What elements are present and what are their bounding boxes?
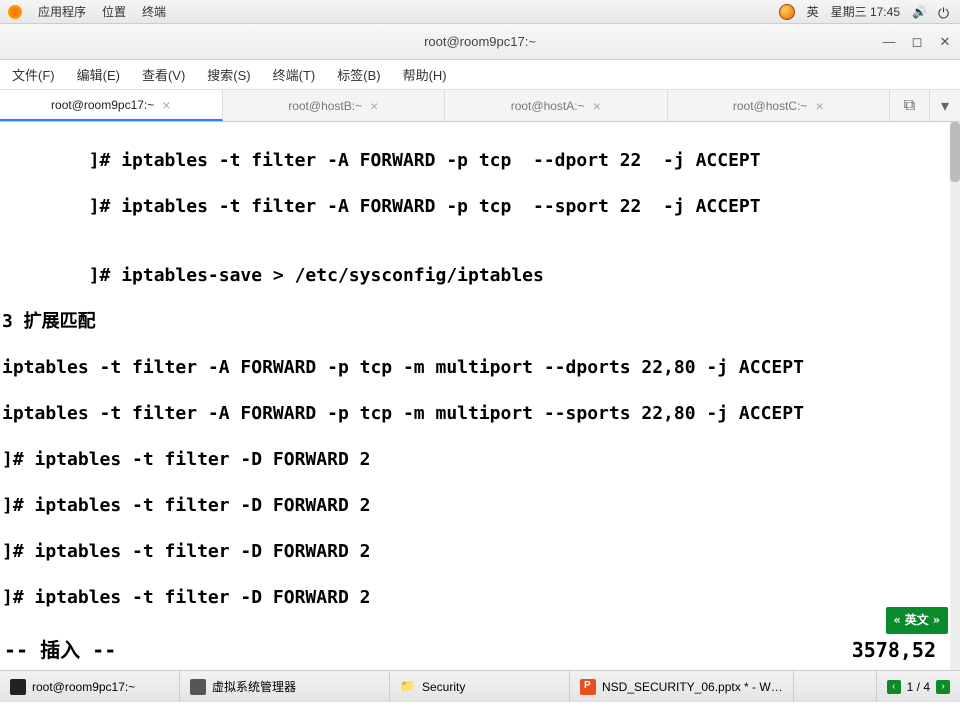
pager-next-icon[interactable]: › [936, 680, 950, 694]
terminal-line: iptables -t filter -A FORWARD -p tcp -m … [2, 402, 958, 425]
task-label: NSD_SECURITY_06.pptx * - W… [602, 680, 783, 694]
vim-mode: -- 插入 -- [0, 639, 116, 662]
task-label: root@room9pc17:~ [32, 680, 135, 694]
task-item-wps[interactable]: NSD_SECURITY_06.pptx * - W… [570, 671, 794, 702]
terminal-line: ]# iptables-save > /etc/sysconfig/iptabl… [2, 264, 958, 287]
task-label: Security [422, 680, 465, 694]
workspace-pager[interactable]: ‹ 1 / 4 › [876, 671, 960, 702]
task-item-terminal[interactable]: root@room9pc17:~ [0, 671, 180, 702]
ime-next-icon: » [933, 609, 940, 632]
tab-0[interactable]: root@room9pc17:~ × [0, 90, 223, 121]
menu-help[interactable]: 帮助(H) [397, 63, 453, 86]
menu-edit[interactable]: 编辑(E) [71, 63, 126, 86]
terminal-line: ]# iptables -t filter -D FORWARD 2 [2, 586, 958, 609]
tab-3[interactable]: root@hostC:~ × [668, 90, 891, 121]
menu-tabs[interactable]: 标签(B) [331, 63, 386, 86]
minimize-button[interactable]: — [882, 35, 896, 49]
pager-prev-icon[interactable]: ‹ [887, 680, 901, 694]
power-icon[interactable] [938, 5, 952, 19]
apps-menu[interactable]: 应用程序 [38, 3, 86, 20]
terminal-line: ]# iptables -t filter -D FORWARD 2 [2, 448, 958, 471]
update-indicator-icon[interactable] [779, 4, 795, 20]
terminal-line: ]# iptables -t filter -D FORWARD 2 [2, 540, 958, 563]
tab-label: root@room9pc17:~ [51, 98, 154, 112]
tab-2[interactable]: root@hostA:~ × [445, 90, 668, 121]
menu-search[interactable]: 搜索(S) [201, 63, 256, 86]
terminal-icon [10, 679, 26, 695]
menu-terminal[interactable]: 终端(T) [267, 63, 322, 86]
window-title: root@room9pc17:~ [424, 34, 536, 49]
terminal-line: 3 扩展匹配 [2, 310, 958, 333]
menu-bar: 文件(F) 编辑(E) 查看(V) 搜索(S) 终端(T) 标签(B) 帮助(H… [0, 60, 960, 90]
tab-close-icon[interactable]: × [370, 98, 378, 114]
wps-icon [580, 679, 596, 695]
terminal-line: ]# iptables -t filter -D FORWARD 2 [2, 494, 958, 517]
tab-1[interactable]: root@hostB:~ × [223, 90, 446, 121]
vmm-icon [190, 679, 206, 695]
ime-prev-icon: « [894, 609, 901, 632]
terminal-line: ]# iptables -t filter -A FORWARD -p tcp … [2, 149, 958, 172]
tab-label: root@hostB:~ [288, 99, 362, 113]
tab-label: root@hostC:~ [733, 99, 808, 113]
task-label: 虚拟系统管理器 [212, 678, 296, 695]
scrollbar-thumb[interactable] [950, 122, 960, 182]
menu-view[interactable]: 查看(V) [136, 63, 191, 86]
window-titlebar: root@room9pc17:~ — ◻ ✕ [0, 24, 960, 60]
task-item-folder[interactable]: Security [390, 671, 570, 702]
places-menu[interactable]: 位置 [102, 3, 126, 20]
vim-position: 3578,52 [852, 639, 960, 662]
maximize-button[interactable]: ◻ [910, 35, 924, 49]
vim-status-line: -- 插入 -- 3578,52 [0, 639, 960, 662]
tab-close-icon[interactable]: × [162, 97, 170, 113]
terminal-line: ]# iptables -t filter -A FORWARD -p tcp … [2, 195, 958, 218]
tab-menu-button[interactable]: ▾ [930, 90, 960, 121]
volume-icon[interactable] [912, 5, 926, 19]
tab-close-icon[interactable]: × [593, 98, 601, 114]
input-lang[interactable]: 英 [807, 3, 819, 20]
pager-label: 1 / 4 [907, 680, 930, 694]
menu-file[interactable]: 文件(F) [6, 63, 61, 86]
task-item-vmm[interactable]: 虚拟系统管理器 [180, 671, 390, 702]
terminal-scrollbar[interactable] [950, 122, 960, 670]
terminal-menu[interactable]: 终端 [142, 3, 166, 20]
ime-badge[interactable]: « 英文 » [886, 607, 948, 634]
terminal-viewport[interactable]: ]# iptables -t filter -A FORWARD -p tcp … [0, 122, 960, 670]
ime-label: 英文 [905, 609, 929, 632]
close-button[interactable]: ✕ [938, 35, 952, 49]
tab-close-icon[interactable]: × [815, 98, 823, 114]
datetime[interactable]: 星期三 17:45 [831, 3, 900, 20]
tab-label: root@hostA:~ [511, 99, 585, 113]
system-top-bar: 应用程序 位置 终端 英 星期三 17:45 [0, 0, 960, 24]
bottom-taskbar: root@room9pc17:~ 虚拟系统管理器 Security NSD_SE… [0, 670, 960, 702]
tab-bar: root@room9pc17:~ × root@hostB:~ × root@h… [0, 90, 960, 122]
tab-overflow-button[interactable]: ⧉ [890, 90, 930, 121]
apps-menu-icon[interactable] [8, 5, 22, 19]
terminal-line: iptables -t filter -A FORWARD -p tcp -m … [2, 356, 958, 379]
folder-icon [400, 679, 416, 695]
